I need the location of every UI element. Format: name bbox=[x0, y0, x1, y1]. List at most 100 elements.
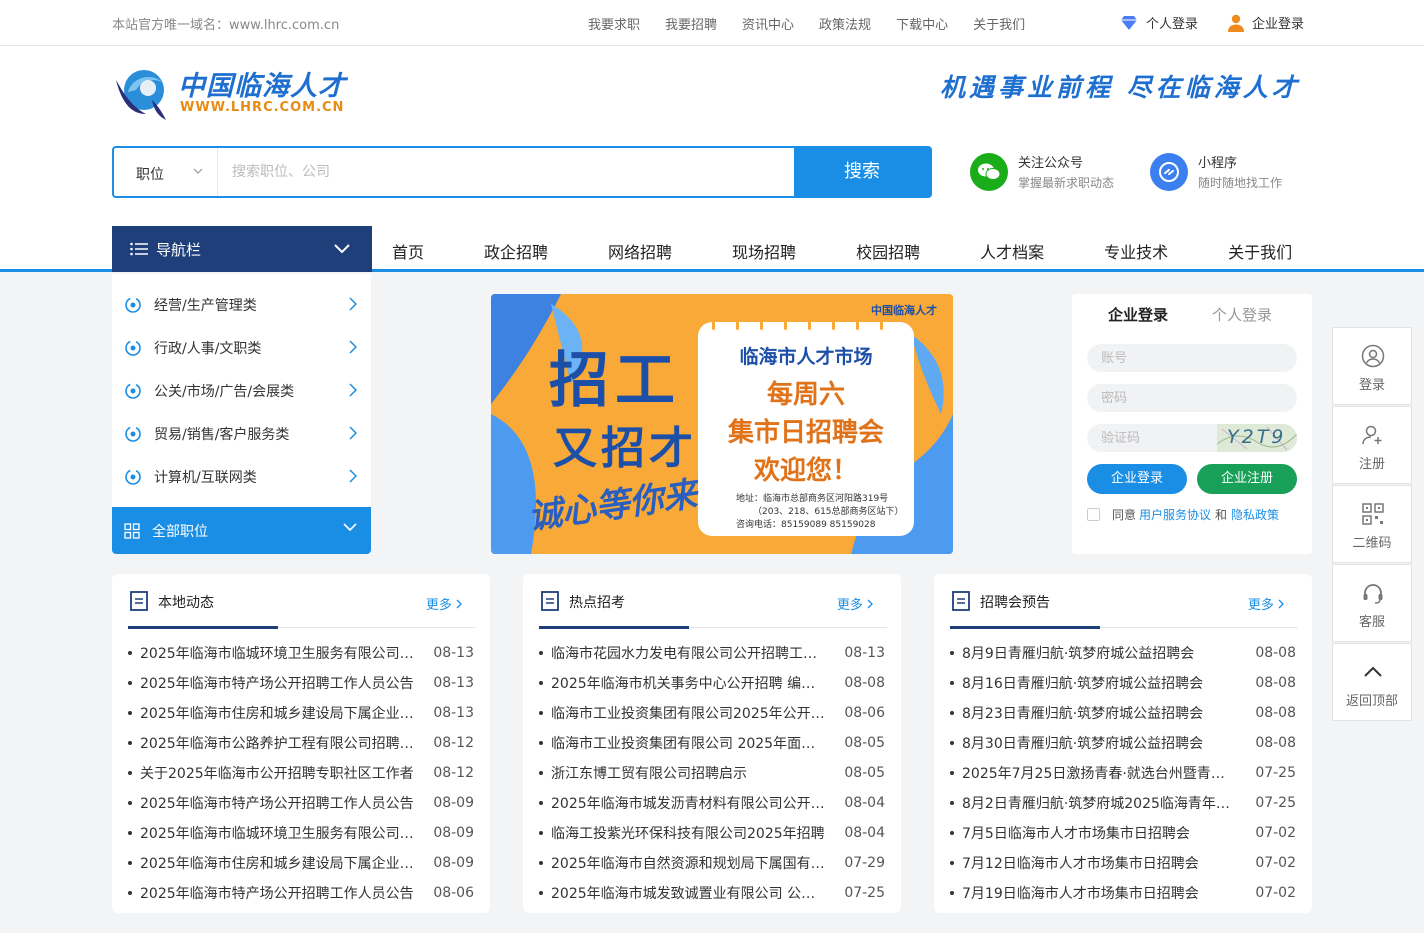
list-item[interactable]: 2025年临海市住房和城乡建设局下属企业招聘 08-09 bbox=[128, 848, 474, 878]
list-item[interactable]: 7月19日临海市人才市场集市日招聘会 07-02 bbox=[950, 878, 1296, 908]
list-item[interactable]: 7月12日临海市人才市场集市日招聘会 07-02 bbox=[950, 848, 1296, 878]
list-item[interactable]: 2025年临海市临城环境卫生服务有限公司公开招聘 08-09 bbox=[128, 818, 474, 848]
panel-header-underline bbox=[128, 626, 278, 629]
account-input[interactable] bbox=[1087, 344, 1297, 372]
site-logo[interactable]: 中国临海人才 WWW.LHRC.COM.CN bbox=[112, 60, 352, 122]
list-item-title: 2025年临海市临城环境卫生服务有限公司公开招聘 bbox=[140, 826, 414, 842]
nav-gov-recruit[interactable]: 政企招聘 bbox=[484, 239, 548, 263]
top-nav-policy[interactable]: 政策法规 bbox=[819, 14, 871, 33]
list-item[interactable]: 8月16日青雁归航·筑梦府城公益招聘会 08-08 bbox=[950, 668, 1296, 698]
wechat-follow[interactable]: 关注公众号 掌握最新求职动态 bbox=[970, 152, 1114, 191]
back-to-top-button[interactable]: 返回顶部 bbox=[1332, 643, 1412, 721]
list-item-date: 08-09 bbox=[433, 825, 474, 841]
password-input[interactable] bbox=[1087, 384, 1297, 412]
list-item[interactable]: 临海市工业投资集团有限公司 2025年面向社会 08-05 bbox=[539, 728, 885, 758]
bullet-dot bbox=[539, 681, 543, 685]
list-item[interactable]: 7月5日临海市人才市场集市日招聘会 07-02 bbox=[950, 818, 1296, 848]
search-input[interactable] bbox=[218, 148, 792, 196]
captcha-image[interactable]: Y2T9 bbox=[1217, 424, 1297, 452]
nav-campus-recruit[interactable]: 校园招聘 bbox=[856, 239, 920, 263]
list-item-date: 08-04 bbox=[844, 825, 885, 841]
category-item[interactable]: 计算机/互联网类 bbox=[112, 455, 371, 498]
list-item[interactable]: 浙江东博工贸有限公司招聘启示 08-05 bbox=[539, 758, 885, 788]
category-item[interactable]: 行政/人事/文职类 bbox=[112, 326, 371, 369]
more-link[interactable]: 更多 bbox=[1248, 594, 1284, 613]
company-login-button[interactable]: 企业登录 bbox=[1087, 464, 1187, 494]
list-item[interactable]: 2025年临海市自然资源和规划局下属国有企业 07-29 bbox=[539, 848, 885, 878]
category-item[interactable]: 经营/生产管理类 bbox=[112, 283, 371, 326]
list-item[interactable]: 8月30日青雁归航·筑梦府城公益招聘会 08-08 bbox=[950, 728, 1296, 758]
panel-job-fair-preview: 招聘会预告 更多 8月9日青雁归航·筑梦府城公益招聘会 08-08 8月16日青雁归航… bbox=[934, 574, 1312, 913]
nav-menu-button[interactable]: 导航栏 bbox=[112, 226, 372, 272]
list-item[interactable]: 8月23日青雁归航·筑梦府城公益招聘会 08-08 bbox=[950, 698, 1296, 728]
top-nav-news[interactable]: 资讯中心 bbox=[742, 14, 794, 33]
search-button[interactable]: 搜索 bbox=[794, 148, 930, 196]
personal-login-link[interactable]: 个人登录 bbox=[1120, 13, 1198, 32]
list-item[interactable]: 2025年临海市特产场公开招聘工作人员公告 08-06 bbox=[128, 878, 474, 908]
company-login-link[interactable]: 企业登录 bbox=[1228, 13, 1304, 32]
list-item-date: 08-08 bbox=[1255, 735, 1296, 751]
nav-onsite-recruit[interactable]: 现场招聘 bbox=[732, 239, 796, 263]
privacy-policy-link[interactable]: 隐私政策 bbox=[1231, 506, 1279, 523]
top-nav-about[interactable]: 关于我们 bbox=[973, 14, 1025, 33]
more-link[interactable]: 更多 bbox=[426, 594, 462, 613]
side-qrcode-button[interactable]: 二维码 bbox=[1332, 485, 1412, 563]
nav-about-us[interactable]: 关于我们 bbox=[1228, 239, 1292, 263]
side-service-button[interactable]: 客服 bbox=[1332, 564, 1412, 642]
nav-talent-archive[interactable]: 人才档案 bbox=[980, 239, 1044, 263]
list-item[interactable]: 2025年临海市城发致诚置业有限公司 公开招聘 07-25 bbox=[539, 878, 885, 908]
list-icon bbox=[130, 242, 148, 256]
diamond-icon bbox=[1121, 15, 1137, 30]
top-nav-download[interactable]: 下载中心 bbox=[896, 14, 948, 33]
bullet-dot bbox=[539, 771, 543, 775]
list-item[interactable]: 2025年临海市住房和城乡建设局下属企业招聘 08-13 bbox=[128, 698, 474, 728]
list-item[interactable]: 2025年临海市城发沥青材料有限公司公开招聘 08-04 bbox=[539, 788, 885, 818]
tab-company-login[interactable]: 企业登录 bbox=[1108, 304, 1168, 325]
list-item[interactable]: 临海工投紫光环保科技有限公司2025年招聘 08-04 bbox=[539, 818, 885, 848]
chevron-right-icon bbox=[456, 599, 462, 609]
all-positions-button[interactable]: 全部职位 bbox=[112, 507, 371, 554]
tab-personal-login[interactable]: 个人登录 bbox=[1212, 304, 1272, 325]
company-register-button[interactable]: 企业注册 bbox=[1197, 464, 1297, 494]
promo-banner[interactable]: 招工 又招才 诚心等你来 中国临海人才 临海市人才市场 每周六 集市日招聘会 欢… bbox=[491, 294, 953, 554]
category-item[interactable]: 公关/市场/广告/会展类 bbox=[112, 369, 371, 412]
bullet-dot bbox=[539, 861, 543, 865]
nav-home[interactable]: 首页 bbox=[392, 239, 424, 263]
list-item[interactable]: 2025年临海市机关事务中心公开招聘 编外人员 08-08 bbox=[539, 668, 885, 698]
list-item[interactable]: 关于2025年临海市公开招聘专职社区工作者 08-12 bbox=[128, 758, 474, 788]
panel-title: 招聘会预告 bbox=[980, 595, 1050, 611]
service-agreement-link[interactable]: 用户服务协议 bbox=[1139, 506, 1211, 523]
list-item[interactable]: 8月2日青雁归航·筑梦府城2025临海青年人才 07-25 bbox=[950, 788, 1296, 818]
list-item[interactable]: 8月9日青雁归航·筑梦府城公益招聘会 08-08 bbox=[950, 638, 1296, 668]
chevron-right-icon bbox=[867, 599, 873, 609]
list-item[interactable]: 2025年临海市特产场公开招聘工作人员公告 08-13 bbox=[128, 668, 474, 698]
top-nav-job-seek[interactable]: 我要求职 bbox=[588, 14, 640, 33]
mini-program-follow[interactable]: 小程序 随时随地找工作 bbox=[1150, 152, 1282, 191]
list-item-title: 2025年临海市城发致诚置业有限公司 公开招聘 bbox=[551, 886, 825, 902]
side-login-button[interactable]: 登录 bbox=[1332, 327, 1412, 405]
list-item[interactable]: 临海市工业投资集团有限公司2025年公开招聘 08-06 bbox=[539, 698, 885, 728]
agree-checkbox[interactable] bbox=[1087, 508, 1100, 521]
list-item[interactable]: 2025年临海市临城环境卫生服务有限公司公开招聘 08-13 bbox=[128, 638, 474, 668]
official-domain-text: 本站官方唯一域名：www.lhrc.com.cn bbox=[112, 18, 340, 33]
logo-title: 中国临海人才 bbox=[178, 71, 346, 102]
captcha-input[interactable] bbox=[1087, 424, 1222, 452]
list-item-title: 临海工投紫光环保科技有限公司2025年招聘 bbox=[551, 826, 825, 842]
list-item[interactable]: 2025年7月25日激扬青春·就选台州暨青年人才招聘 07-25 bbox=[950, 758, 1296, 788]
more-link[interactable]: 更多 bbox=[837, 594, 873, 613]
side-register-button[interactable]: 注册 bbox=[1332, 406, 1412, 484]
list-item[interactable]: 2025年临海市特产场公开招聘工作人员公告 08-09 bbox=[128, 788, 474, 818]
nav-professional-tech[interactable]: 专业技术 bbox=[1104, 239, 1168, 263]
list-item-date: 07-29 bbox=[844, 855, 885, 871]
list-item-date: 08-12 bbox=[433, 735, 474, 751]
category-item[interactable]: 贸易/销售/客户服务类 bbox=[112, 412, 371, 455]
nav-online-recruit[interactable]: 网络招聘 bbox=[608, 239, 672, 263]
panel-header-underline bbox=[950, 626, 1100, 629]
list-item[interactable]: 临海市花园水力发电有限公司公开招聘工作人员 08-13 bbox=[539, 638, 885, 668]
search-type-select[interactable]: 职位 bbox=[114, 148, 218, 196]
top-nav-recruit[interactable]: 我要招聘 bbox=[665, 14, 717, 33]
main-nav: 导航栏 首页 政企招聘 网络招聘 现场招聘 校园招聘 人才档案 专业技术 关于我… bbox=[0, 226, 1424, 272]
list-item[interactable]: 2025年临海市公路养护工程有限公司招聘公告 08-12 bbox=[128, 728, 474, 758]
bullet-dot bbox=[128, 651, 132, 655]
list-item-date: 08-13 bbox=[844, 645, 885, 661]
